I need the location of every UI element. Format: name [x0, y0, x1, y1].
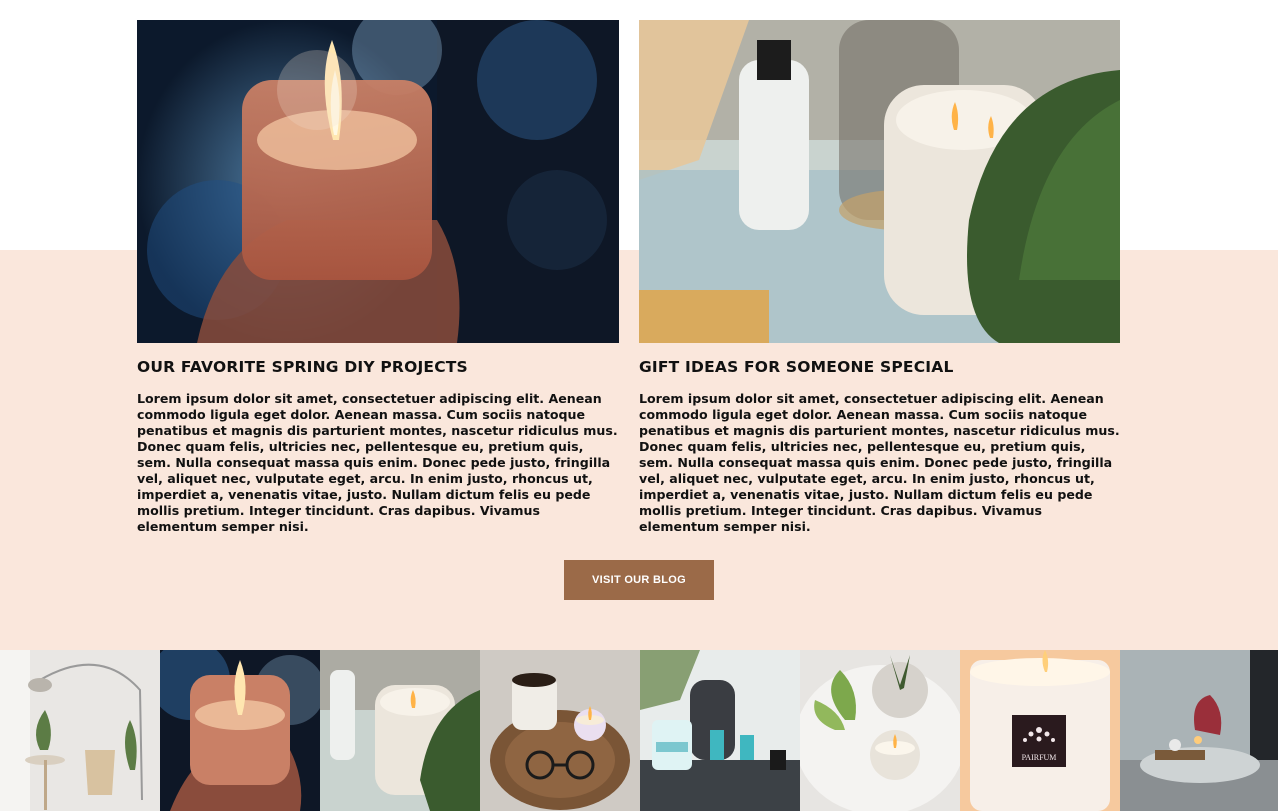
blog-post-card: GIFT IDEAS FOR SOMEONE SPECIAL Lorem ips…	[639, 20, 1120, 535]
instagram-gallery: PAIRFUM	[0, 650, 1278, 811]
gallery-thumb-bath-products[interactable]	[640, 650, 800, 811]
gallery-thumb-coffee-glasses[interactable]	[480, 650, 640, 811]
post-title[interactable]: GIFT IDEAS FOR SOMEONE SPECIAL	[639, 357, 1120, 377]
gallery-thumb-candles-table[interactable]	[320, 650, 480, 811]
candles-on-table-photo[interactable]	[639, 20, 1120, 343]
gallery-thumb-pairfum-candle[interactable]: PAIRFUM	[960, 650, 1120, 811]
gallery-thumb-window-seat[interactable]	[1120, 650, 1278, 811]
blog-post-card: OUR FAVORITE SPRING DIY PROJECTS Lorem i…	[137, 20, 619, 535]
visit-blog-button[interactable]: VISIT OUR BLOG	[564, 560, 714, 600]
gallery-thumb-interior[interactable]	[0, 650, 160, 811]
candle-in-hand-photo[interactable]	[137, 20, 619, 343]
post-excerpt: Lorem ipsum dolor sit amet, consectetuer…	[137, 391, 618, 534]
post-excerpt: Lorem ipsum dolor sit amet, consectetuer…	[639, 391, 1120, 534]
gallery-thumb-candle-hand[interactable]	[160, 650, 320, 811]
gallery-thumb-plants-candle[interactable]	[800, 650, 960, 811]
post-title[interactable]: OUR FAVORITE SPRING DIY PROJECTS	[137, 357, 619, 377]
pairfum-label: PAIRFUM	[1022, 753, 1057, 762]
